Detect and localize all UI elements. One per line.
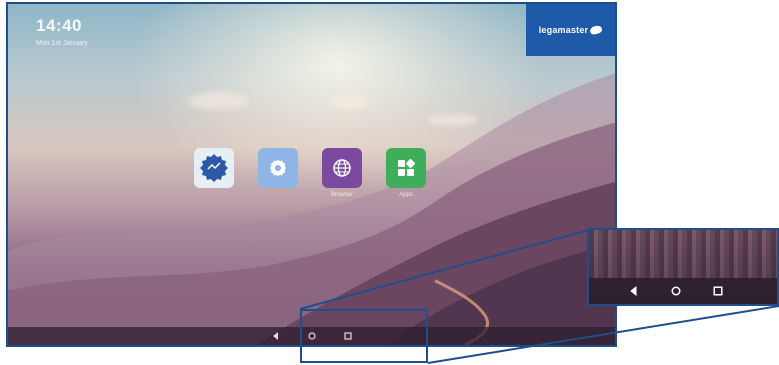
brand-logo: legamaster (526, 4, 615, 56)
back-icon[interactable] (270, 330, 282, 342)
recents-icon[interactable] (711, 284, 725, 298)
brand-mark-icon (589, 24, 604, 36)
app-label: Browser (330, 192, 353, 198)
zoomed-navigation-bar (589, 278, 777, 304)
app-launcher: Browser Apps (192, 148, 448, 208)
badge-icon[interactable] (194, 148, 234, 188)
globe-icon[interactable] (322, 148, 362, 188)
app-label: Apps (399, 192, 413, 198)
app-browser[interactable]: Browser (320, 148, 364, 208)
app-apps[interactable]: Apps (384, 148, 428, 208)
brand-name: legamaster (538, 25, 589, 35)
apps-grid-icon[interactable] (386, 148, 426, 188)
device-screen: 14:40 Mon 1st January legamaster Browser… (6, 2, 617, 347)
status-date: Mon 1st January (36, 40, 88, 47)
status-time: 14:40 (36, 16, 82, 35)
settings-icon[interactable] (258, 148, 298, 188)
navbar-zoom-inset (587, 228, 779, 306)
app-settings[interactable] (256, 148, 300, 208)
navbar-highlight-box (300, 309, 428, 363)
app-badge[interactable] (192, 148, 236, 208)
home-icon[interactable] (669, 284, 683, 298)
back-icon[interactable] (627, 284, 641, 298)
